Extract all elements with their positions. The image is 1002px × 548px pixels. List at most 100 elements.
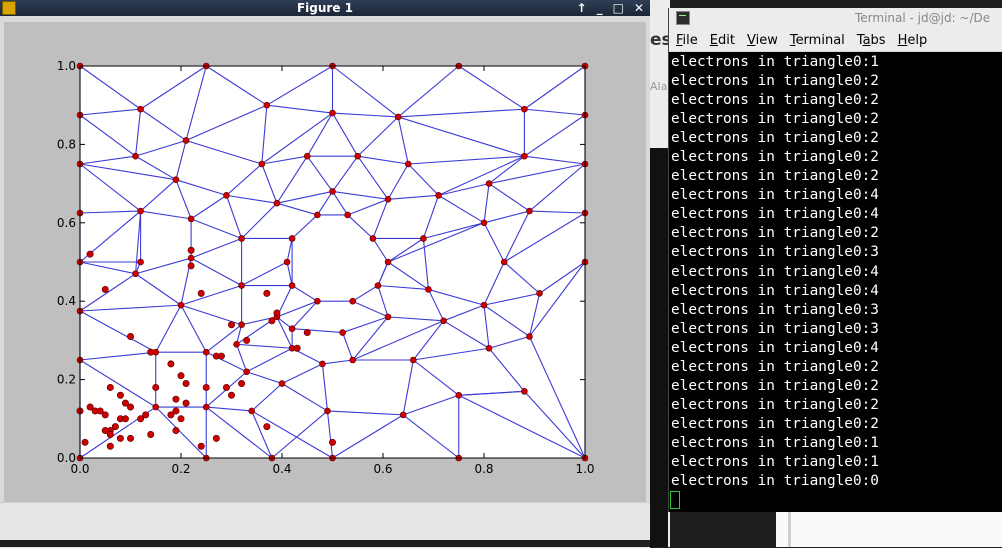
data-point — [212, 434, 220, 442]
mesh-node — [420, 235, 427, 242]
mesh-node — [202, 403, 210, 411]
maximize-icon[interactable]: □ — [613, 0, 624, 16]
terminal-line: electrons in triangle0:4 — [671, 339, 879, 356]
data-point — [121, 415, 129, 423]
plot-canvas[interactable]: 0.0 0.2 0.4 0.6 0.8 1.0 0.0 0.2 0.4 0.6 0.8 1.0 — [4, 22, 646, 502]
terminal-line: electrons in triangle0:4 — [671, 263, 879, 280]
menu-help[interactable]: Help — [898, 30, 928, 51]
mesh-node — [314, 297, 321, 305]
data-point — [303, 329, 311, 337]
menu-file[interactable]: File — [676, 30, 698, 51]
close-icon[interactable]: ✕ — [634, 0, 644, 16]
background-window-panel — [776, 512, 1002, 547]
mesh-node — [344, 211, 351, 219]
data-point — [263, 423, 271, 431]
data-point — [106, 383, 114, 391]
mesh-node — [137, 105, 144, 113]
terminal-line: electrons in triangle0:1 — [671, 434, 879, 451]
mesh-node — [248, 407, 255, 415]
data-point — [147, 430, 155, 438]
mesh-node — [500, 258, 508, 266]
y-tick-label: 0.6 — [57, 216, 76, 230]
data-point — [228, 391, 236, 399]
figure-titlebar[interactable]: Figure 1 ↑ _ □ ✕ — [0, 0, 650, 16]
mesh-node — [187, 215, 195, 223]
data-point — [111, 423, 119, 431]
x-tick-label: 1.0 — [575, 462, 594, 476]
data-point — [187, 262, 195, 270]
menu-tabs[interactable]: Tabs — [857, 30, 886, 51]
mesh-node — [521, 388, 528, 395]
mesh-node — [526, 333, 533, 340]
data-point — [127, 332, 135, 340]
data-point — [222, 383, 230, 391]
terminal-line: electrons in triangle0:2 — [671, 130, 879, 147]
terminal-output[interactable]: electrons in triangle0:1 electrons in tri… — [669, 53, 1002, 512]
figure-window: Figure 1 ↑ _ □ ✕ 0.0 0.2 0.4 0.6 0.8 1.0 0.0 0.… — [0, 0, 650, 548]
data-point — [217, 352, 225, 360]
terminal-line: electrons in triangle0:2 — [671, 415, 879, 432]
terminal-line: electrons in triangle0:2 — [671, 73, 879, 90]
minimize-icon[interactable]: _ — [597, 0, 603, 16]
mesh-node — [354, 152, 362, 160]
data-point — [187, 246, 195, 254]
mesh-node — [177, 301, 185, 309]
data-point — [182, 399, 190, 407]
y-tick-label: 0.0 — [57, 451, 76, 465]
x-tick-label: 0.4 — [272, 462, 291, 476]
mesh-node — [485, 180, 493, 187]
data-point — [172, 395, 180, 403]
terminal-line: electrons in triangle0:4 — [671, 187, 879, 204]
terminal-line: electrons in triangle0:2 — [671, 111, 879, 128]
x-tick-label: 0.2 — [171, 462, 190, 476]
mesh-node — [258, 160, 266, 168]
mesh-node — [238, 282, 245, 289]
mesh-node — [409, 356, 417, 364]
mesh-node — [288, 235, 296, 242]
data-point — [172, 427, 180, 435]
mesh-node — [132, 270, 139, 278]
mesh-node — [435, 192, 442, 199]
terminal-window: Terminal - jd@jd: ~/De File Edit View Termi… — [668, 8, 1002, 512]
data-point — [142, 411, 150, 419]
menu-terminal[interactable]: Terminal — [790, 30, 845, 51]
mesh-node — [288, 325, 296, 332]
y-tick-label: 0.8 — [57, 137, 76, 151]
mesh-node — [187, 254, 195, 262]
mesh-node — [263, 101, 271, 109]
mesh-node — [283, 258, 291, 266]
data-point — [106, 442, 114, 450]
mesh-node — [319, 360, 326, 368]
data-point — [106, 430, 114, 438]
data-point — [328, 438, 336, 446]
menu-view[interactable]: View — [747, 30, 778, 51]
data-point — [147, 348, 155, 356]
mesh-node — [384, 313, 392, 321]
background-window-text-2: Ala — [650, 80, 668, 93]
terminal-line: electrons in triangle0:2 — [671, 377, 879, 394]
data-point — [228, 321, 236, 329]
terminal-line: electrons in triangle0:3 — [671, 244, 879, 261]
mesh-node — [480, 301, 488, 309]
mesh-node — [273, 199, 281, 207]
terminal-line: electrons in triangle0:3 — [671, 301, 879, 318]
terminal-titlebar[interactable]: Terminal - jd@jd: ~/De — [669, 8, 1002, 31]
mesh-node — [288, 282, 296, 289]
x-tick-label: 0.8 — [474, 462, 493, 476]
keep-above-icon[interactable]: ↑ — [577, 0, 587, 16]
terminal-line: electrons in triangle0:2 — [671, 168, 879, 185]
menu-edit[interactable]: Edit — [710, 30, 735, 51]
terminal-cursor — [670, 491, 680, 510]
data-point — [167, 360, 175, 368]
terminal-menubar: File Edit View Terminal Tabs Help — [669, 30, 1002, 52]
mesh-node — [369, 235, 377, 242]
data-point — [273, 309, 281, 317]
data-point — [268, 317, 276, 325]
terminal-line: electrons in triangle0:0 — [671, 473, 879, 490]
mesh-node — [480, 219, 488, 227]
mesh-node — [349, 356, 357, 364]
data-point — [86, 250, 94, 258]
terminal-line: electrons in triangle0:1 — [671, 453, 879, 470]
data-point — [116, 391, 124, 399]
mesh-node — [152, 403, 160, 411]
